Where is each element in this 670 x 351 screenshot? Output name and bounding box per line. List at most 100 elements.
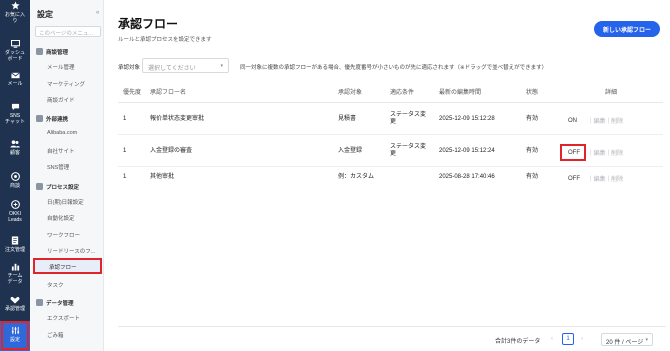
cell-state: 有効: [526, 174, 539, 180]
sidebar-item-trash[interactable]: ごみ箱: [47, 331, 101, 339]
menu-search-input[interactable]: このページのメニュ...: [35, 26, 101, 37]
sidebar-item-sns[interactable]: SNS管理: [47, 163, 101, 171]
header-details: 詳細: [605, 90, 618, 96]
header-condition: 適応条件: [390, 90, 415, 96]
header-target: 承認対象: [338, 90, 363, 96]
group-icon: [36, 299, 43, 306]
rail-label: ダッシュ ボード: [4, 50, 25, 62]
deal-icon: [10, 172, 20, 181]
star-icon: [10, 1, 20, 10]
cell-condition: ステータス変 更: [390, 112, 427, 125]
rail-label: お気に入 り: [4, 12, 25, 24]
edit-link[interactable]: 編集: [594, 116, 606, 125]
cell-priority: 1: [123, 174, 127, 180]
pager-prev-icon[interactable]: ‹: [551, 336, 553, 342]
rail-item-okki-leads[interactable]: OKKI Leads: [0, 200, 30, 230]
sidebar-item-own-site[interactable]: 自社サイト: [47, 147, 101, 155]
rail-item-customers[interactable]: 顧客: [0, 140, 30, 170]
chart-icon: [11, 263, 19, 271]
group-icon: [36, 48, 43, 55]
group-deal-management[interactable]: 商談管理: [36, 47, 68, 56]
group-icon: [36, 183, 43, 190]
cell-condition: ステータス変 更: [390, 144, 427, 157]
sidebar-item-automation[interactable]: 自動化設定: [47, 214, 101, 222]
sidebar-item-marketing[interactable]: マーケティング: [47, 80, 101, 88]
pager-next-icon[interactable]: ›: [581, 336, 583, 342]
approval-icon: [10, 296, 20, 304]
dashboard-icon: [10, 40, 20, 48]
rail-item-dashboard[interactable]: ダッシュ ボード: [0, 40, 30, 70]
edit-link[interactable]: 編集: [594, 174, 606, 183]
sidebar-title: 設定: [37, 10, 53, 19]
edit-link[interactable]: 編集: [594, 148, 606, 157]
cell-name: 其他审批: [150, 174, 175, 180]
approval-flow-highlight-box: [33, 258, 102, 274]
rail-item-favorites[interactable]: お気に入 り: [0, 1, 30, 31]
sidebar-item-task[interactable]: タスク: [47, 281, 101, 289]
group-label: データ管理: [46, 300, 74, 307]
new-approval-flow-button[interactable]: 新しい承認フロー: [594, 21, 660, 37]
approval-flow-table: 優先度 承認フロー名 承認対象 適応条件 最新の編集時間 状態 詳細 1 報价单…: [118, 83, 663, 187]
main-content: 承認フロー ルールと承認プロセスを設定できます 新しい承認フロー 承認対象 選択…: [105, 0, 670, 351]
rail-label: 注文管理: [4, 247, 25, 253]
filter-label: 承認対象: [118, 65, 141, 71]
rail-label: 顧客: [9, 150, 20, 156]
group-external-links[interactable]: 外部連携: [36, 114, 68, 123]
header-priority: 優先度: [123, 90, 142, 96]
cell-time: 2025-08-28 17:40:46: [439, 174, 495, 180]
table-row[interactable]: 1 報价单状态変更审批 見積書 ステータス変 更 2025-12-09 15:1…: [118, 103, 663, 135]
sidebar-item-alibaba[interactable]: Alibaba.com: [47, 130, 101, 136]
left-rail: お気に入 り ダッシュ ボード メール SNS チャット 顧客 商談 OKKI …: [0, 0, 30, 351]
sidebar-item-lead-release[interactable]: リードリースのフ...: [47, 247, 101, 255]
page-title: 承認フロー: [118, 17, 179, 31]
sidebar-item-deal-guide[interactable]: 商談ガイド: [47, 96, 101, 104]
header-state: 状態: [526, 90, 539, 96]
cell-target: 入金登録: [338, 148, 363, 154]
mail-icon: [10, 72, 20, 79]
rail-item-sns-chat[interactable]: SNS チャット: [0, 103, 30, 133]
leads-icon: [10, 200, 20, 209]
cell-target: 例：カスタム: [338, 174, 375, 180]
delete-link[interactable]: 削除: [611, 148, 623, 157]
toggle-on-button[interactable]: ON: [568, 118, 588, 124]
off-toggle-highlight-box: [560, 144, 586, 161]
rail-label: チーム データ: [7, 273, 23, 285]
delete-link[interactable]: 削除: [611, 174, 623, 183]
sidebar-item-daily-report[interactable]: 日(期)日報設定: [47, 198, 101, 206]
rail-label: メール: [7, 81, 23, 87]
group-process-settings[interactable]: プロセス設定: [36, 182, 79, 191]
pager-page-button[interactable]: 1: [562, 333, 574, 345]
cell-priority: 1: [123, 148, 127, 154]
cell-time: 2025-12-09 15:12:24: [439, 148, 495, 154]
sidebar-item-mail-settings[interactable]: メール管理: [47, 63, 101, 71]
rail-label: OKKI Leads: [8, 211, 22, 223]
cell-target: 見積書: [338, 116, 357, 122]
sidebar-item-workflow[interactable]: ワークフロー: [47, 231, 101, 239]
row-actions: ON | 編集 | 削除: [568, 116, 624, 126]
page-subtitle: ルールと承認プロセスを設定できます: [118, 37, 212, 43]
collapse-sidebar-icon[interactable]: «: [96, 10, 99, 16]
toggle-off-button[interactable]: OFF: [568, 176, 588, 182]
settings-highlight-box: [1, 321, 29, 350]
header-edit-time: 最新の編集時間: [439, 90, 482, 96]
rail-item-team-data[interactable]: チーム データ: [0, 262, 30, 292]
sidebar-item-export[interactable]: エクスポート: [47, 314, 101, 322]
chevron-down-icon: ▾: [645, 337, 648, 343]
delete-link[interactable]: 削除: [611, 116, 623, 125]
table-row[interactable]: 1 其他审批 例：カスタム 2025-08-28 17:40:46 有効 OFF…: [118, 167, 663, 187]
select-placeholder: 選択してください: [148, 66, 196, 72]
group-label: 商談管理: [46, 49, 69, 56]
customers-icon: [10, 140, 20, 148]
group-data-management[interactable]: データ管理: [36, 298, 74, 307]
rail-label: SNS チャット: [5, 113, 25, 125]
filter-note: 同一対象に複数の承認フローがある場合、優先度番号が小さいものが先に適応されます（…: [240, 65, 548, 71]
approval-target-select[interactable]: 選択してください ▾: [142, 58, 229, 73]
rail-item-deals[interactable]: 商談: [0, 172, 30, 202]
cell-state: 有効: [526, 116, 539, 122]
cell-state: 有効: [526, 148, 539, 154]
rail-item-mail[interactable]: メール: [0, 72, 30, 102]
table-bottom-divider: [118, 326, 666, 327]
page-size-select[interactable]: 20 件 / ページ ▾: [601, 333, 653, 346]
cell-name: 入金登録の審査: [150, 148, 193, 154]
cell-priority: 1: [123, 116, 127, 122]
